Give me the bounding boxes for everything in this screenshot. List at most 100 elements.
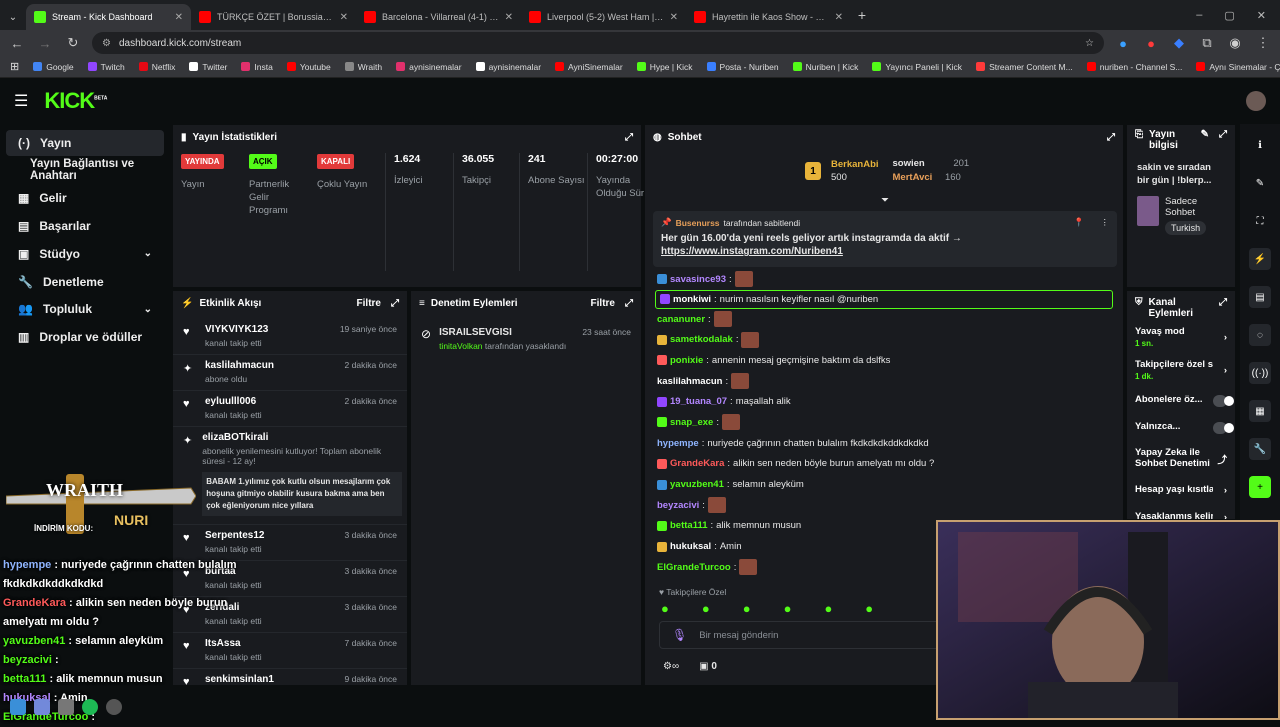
site-info-icon[interactable]: ⚙ (102, 38, 111, 49)
bookmark-item[interactable]: aynisinemalar (396, 62, 462, 72)
bookmark-item[interactable]: Hype | Kick (636, 62, 693, 72)
chevron-right-icon[interactable]: › (1224, 485, 1227, 496)
browser-tab[interactable]: Stream - Kick Dashboard ✕ (26, 4, 191, 30)
chat-username[interactable]: savasince93 (670, 274, 726, 285)
bookmark-item[interactable]: Yayıncı Paneli | Kick (872, 62, 962, 72)
back-icon[interactable]: ← (8, 36, 26, 51)
bookmark-item[interactable]: Twitter (189, 62, 227, 72)
spotify-icon[interactable] (82, 699, 98, 715)
event-user[interactable]: eyluulll006 (205, 396, 262, 407)
pinned-link[interactable]: https://www.instagram.com/Nuriben41 (661, 246, 1109, 257)
emote-icon[interactable]: ● (743, 601, 751, 616)
external-link-icon[interactable]: ⤴ (1217, 452, 1227, 466)
browser-tab[interactable]: Liverpool (5-2) West Ham | 28. ✕ (521, 4, 686, 30)
settings-icon[interactable]: ⚙∞ (663, 661, 679, 672)
edit-icon[interactable]: ✎ (1201, 129, 1209, 140)
sidebar-item[interactable]: Yayın Bağlantısı ve Anahtarı (6, 157, 164, 184)
close-tab-icon[interactable]: ✕ (175, 12, 183, 23)
sidebar-item[interactable]: ▥ Droplar ve ödüller (6, 324, 164, 351)
browser-tab[interactable]: Hayrettin ile Kaos Show - 2.Sez ✕ (686, 4, 851, 30)
emote-icon[interactable]: ● (865, 601, 873, 616)
popout-icon[interactable]: ⤢ (625, 298, 633, 309)
chevron-right-icon[interactable]: › (1224, 332, 1227, 343)
wrench-icon[interactable]: 🔧 (1249, 438, 1271, 460)
scroll-down-icon[interactable]: ⏷ (881, 195, 889, 206)
bookmark-item[interactable]: Youtube (286, 62, 331, 72)
chevron-right-icon[interactable]: › (1224, 365, 1227, 376)
event-user[interactable]: kaslilahmacun (205, 360, 274, 371)
channel-action-row[interactable]: Yapay Zeka ile Sohbet Denetimi ⤴ (1127, 441, 1235, 477)
bookmark-star-icon[interactable]: ☆ (1085, 38, 1094, 49)
url-bar[interactable]: ⚙ dashboard.kick.com/stream ☆ (92, 32, 1104, 54)
chat-username[interactable]: monkiwi (673, 294, 711, 305)
chat-username[interactable]: beyzacivi (657, 500, 699, 511)
clipboard-icon[interactable]: ▤ (1249, 286, 1271, 308)
emote-icon[interactable]: ● (824, 601, 832, 616)
emote-icon[interactable]: ● (702, 601, 710, 616)
bookmark-item[interactable]: Netflix (138, 62, 175, 72)
app-icon[interactable] (106, 699, 122, 715)
sidebar-item[interactable]: (·) Yayın (6, 130, 164, 156)
channel-action-row[interactable]: Abonelere öz... (1127, 387, 1235, 414)
bookmark-item[interactable]: AyniSinemalar (555, 62, 623, 72)
chat-username[interactable]: GrandeKara (670, 458, 724, 469)
close-tab-icon[interactable]: ✕ (340, 12, 348, 23)
chat-username[interactable]: betta111 (670, 520, 708, 531)
extension-icon[interactable]: ◆ (1170, 35, 1188, 51)
channel-action-row[interactable]: Takipçilere özel s 1 dk. › (1127, 354, 1235, 387)
chat-username[interactable]: snap_exe (670, 417, 713, 428)
chat-username[interactable]: ElGrandeTurcoo (657, 562, 731, 573)
event-user[interactable]: Serpentes12 (205, 530, 264, 541)
chat-username[interactable]: hypempe (657, 438, 699, 449)
bookmark-item[interactable]: nuriben - Channel S... (1086, 62, 1182, 72)
new-tab-button[interactable]: + (851, 7, 873, 23)
hamburger-menu-icon[interactable]: ☰ (14, 91, 28, 111)
chat-bubble-icon[interactable]: ◌ (1249, 324, 1271, 346)
toggle-switch[interactable] (1213, 394, 1234, 407)
close-tab-icon[interactable]: ✕ (835, 12, 843, 23)
menu-icon[interactable]: ⋮ (1254, 35, 1272, 51)
event-user[interactable]: VIYKVIYK123 (205, 324, 268, 335)
chat-username[interactable]: yavuzben41 (670, 479, 724, 490)
avatar[interactable] (1246, 91, 1266, 111)
more-icon[interactable]: ⋮ (1101, 217, 1110, 228)
channel-action-row[interactable]: Yalnızca... (1127, 414, 1235, 441)
mic-icon[interactable]: 🎙 (672, 628, 687, 642)
popout-icon[interactable]: ⤢ (1219, 297, 1227, 308)
bolt-icon[interactable]: ⚡ (1249, 248, 1271, 270)
bookmark-item[interactable]: Wraith (344, 62, 382, 72)
unpin-icon[interactable]: 📍 (1074, 217, 1085, 228)
kick-logo[interactable]: KICKBETA (44, 88, 107, 114)
info-icon[interactable]: ℹ (1249, 134, 1271, 156)
bookmark-item[interactable]: Twitch (87, 62, 125, 72)
channel-action-row[interactable]: Hesap yaşı kısıtla › (1127, 477, 1235, 504)
popout-icon[interactable]: ⤢ (1219, 129, 1227, 140)
sidebar-item[interactable]: 👥 Topluluk ⌄ (6, 296, 164, 323)
channel-action-row[interactable]: Yavaş mod 1 sn. › (1127, 321, 1235, 354)
browser-tab[interactable]: Barcelona - Villarreal (4-1) - Ma ✕ (356, 4, 521, 30)
chat-username[interactable]: 19_tuana_07 (670, 396, 727, 407)
fullscreen-icon[interactable]: ⛶ (1249, 210, 1271, 232)
extension-icon[interactable]: ● (1142, 36, 1160, 51)
broadcast-icon[interactable]: ((·)) (1249, 362, 1271, 384)
discord-icon[interactable] (34, 699, 50, 715)
sidebar-item[interactable]: ▦ Gelir (6, 185, 164, 212)
bookmark-item[interactable]: Posta - Nuriben (706, 62, 779, 72)
emote-icon[interactable]: ● (661, 601, 669, 616)
popout-icon[interactable]: ⤢ (625, 132, 633, 143)
chat-username[interactable]: hukuksal (670, 541, 711, 552)
close-window-icon[interactable]: ✕ (1257, 9, 1266, 22)
obs-icon[interactable] (58, 699, 74, 715)
toggle-switch[interactable] (1213, 421, 1234, 434)
tab-search-icon[interactable]: ⌄ (0, 4, 26, 30)
close-tab-icon[interactable]: ✕ (670, 12, 678, 23)
chat-username[interactable]: cananuner (657, 314, 705, 325)
add-icon[interactable]: + (1249, 476, 1271, 498)
popout-icon[interactable]: ⤢ (1107, 132, 1115, 143)
sidebar-item[interactable]: 🔧 Denetleme (6, 268, 164, 295)
browser-tab[interactable]: TÜRKÇE ÖZET | Borussia Dortm ✕ (191, 4, 356, 30)
sidebar-item[interactable]: ▣ Stüdyo ⌄ (6, 240, 164, 267)
extension-icon[interactable]: ● (1114, 36, 1132, 51)
pencil-icon[interactable]: ✎ (1249, 172, 1271, 194)
close-tab-icon[interactable]: ✕ (505, 12, 513, 23)
